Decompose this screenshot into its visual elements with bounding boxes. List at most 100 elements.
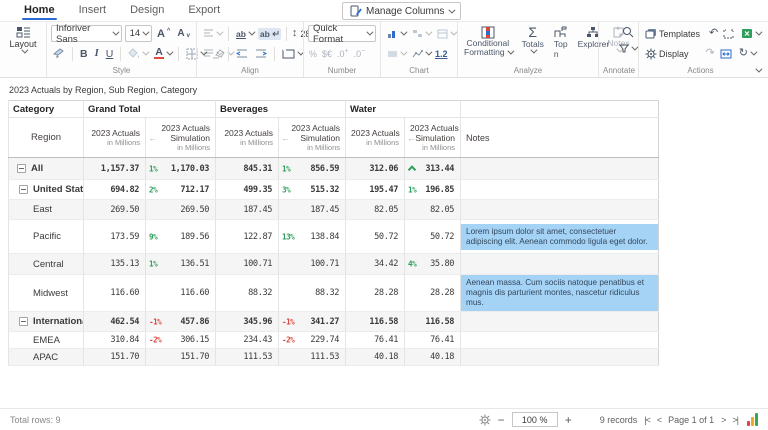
- row-label-cell[interactable]: East: [8, 199, 84, 220]
- water-simulation-cell[interactable]: 313.44: [404, 157, 461, 180]
- data-label-format-button[interactable]: 1.2: [435, 49, 448, 59]
- last-page-button[interactable]: >|: [732, 415, 739, 425]
- water-actuals-cell[interactable]: 34.42: [345, 253, 405, 275]
- decrease-font-button[interactable]: Av: [175, 27, 192, 40]
- manage-columns-button[interactable]: Manage Columns: [342, 2, 462, 20]
- bold-button[interactable]: B: [78, 48, 90, 60]
- beverages-simulation-cell[interactable]: 1% 856.59: [278, 157, 346, 180]
- water-simulation-cell[interactable]: 82.05: [404, 199, 461, 220]
- font-family-select[interactable]: Inforiver Sans: [51, 23, 122, 45]
- beverages-simulation-cell[interactable]: -2% 229.74: [278, 331, 346, 349]
- selection-mode-icon[interactable]: [721, 28, 736, 40]
- tab-design[interactable]: Design: [128, 1, 166, 20]
- water-actuals-cell[interactable]: 312.06: [345, 157, 405, 180]
- refresh-icon[interactable]: ↻: [737, 47, 758, 60]
- top-n-button[interactable]: Top n: [552, 25, 570, 60]
- actuals-header-1[interactable]: 2023 Actuals in Millions: [215, 117, 279, 158]
- group-header-1[interactable]: Beverages: [215, 100, 346, 118]
- simulation-header-1[interactable]: ← 2023 Actuals Simulation in Millions: [278, 117, 346, 158]
- tab-home[interactable]: Home: [22, 1, 57, 20]
- actuals-header-0[interactable]: 2023 Actuals in Millions: [83, 117, 146, 158]
- settings-gear-icon[interactable]: [479, 414, 491, 426]
- water-simulation-cell[interactable]: 28.28: [404, 274, 461, 312]
- beverages-actuals-cell[interactable]: 111.53: [215, 348, 279, 366]
- quick-format-select[interactable]: Quick Format: [308, 23, 376, 45]
- row-label-cell[interactable]: EMEA: [8, 331, 84, 349]
- grand-total-actuals-cell[interactable]: 269.50: [83, 199, 146, 220]
- box-chart-button[interactable]: [385, 48, 408, 60]
- font-size-select[interactable]: 14: [124, 25, 152, 42]
- water-simulation-cell[interactable]: 50.72: [404, 219, 461, 254]
- notes-button[interactable]: Notes: [603, 25, 634, 54]
- water-actuals-cell[interactable]: 195.47: [345, 179, 405, 200]
- water-actuals-cell[interactable]: 82.05: [345, 199, 405, 220]
- collapse-toggle-icon[interactable]: [17, 164, 26, 173]
- row-label-cell[interactable]: APAC: [8, 348, 84, 366]
- layout-button[interactable]: Layout: [4, 25, 42, 55]
- water-simulation-cell[interactable]: 116.58: [404, 311, 461, 332]
- notes-cell[interactable]: [460, 253, 659, 275]
- group-header-0[interactable]: Grand Total: [82, 100, 216, 118]
- grand-total-actuals-cell[interactable]: 462.54: [83, 311, 146, 332]
- grand-total-simulation-cell[interactable]: -2% 306.15: [144, 331, 216, 349]
- beverages-actuals-cell[interactable]: 499.35: [215, 179, 279, 200]
- sparkline-button[interactable]: [410, 48, 433, 60]
- wrap-text-button[interactable]: ab: [257, 27, 281, 40]
- zoom-in-button[interactable]: +: [565, 414, 572, 426]
- italic-button[interactable]: I: [93, 48, 101, 59]
- grand-total-simulation-cell[interactable]: 1% 136.51: [144, 253, 216, 275]
- notes-cell[interactable]: [460, 311, 659, 332]
- notes-cell[interactable]: [460, 157, 659, 180]
- grand-total-simulation-cell[interactable]: 269.50: [144, 199, 216, 220]
- simulation-header-0[interactable]: ← 2023 Actuals Simulation in Millions: [144, 117, 216, 158]
- beverages-simulation-cell[interactable]: 3% 515.32: [278, 179, 346, 200]
- export-excel-button[interactable]: [739, 27, 763, 40]
- underline-button[interactable]: U: [104, 48, 116, 60]
- prev-page-button[interactable]: <: [657, 415, 662, 425]
- vertical-align-button[interactable]: [201, 48, 224, 59]
- first-page-button[interactable]: |<: [644, 415, 651, 425]
- font-color-button[interactable]: A: [152, 47, 174, 60]
- water-simulation-cell[interactable]: 76.41: [404, 331, 461, 349]
- conditional-formatting-button[interactable]: Conditional Formatting: [462, 25, 515, 58]
- decrease-indent-button[interactable]: [234, 48, 250, 59]
- percent-format-button[interactable]: %: [308, 49, 318, 59]
- next-page-button[interactable]: >: [721, 415, 726, 425]
- notes-cell[interactable]: [460, 348, 659, 366]
- beverages-simulation-cell[interactable]: 111.53: [278, 348, 346, 366]
- beverages-actuals-cell[interactable]: 234.43: [215, 331, 279, 349]
- simulation-header-2[interactable]: ← 2023 Actuals Simulation in Millions: [404, 117, 461, 158]
- grand-total-simulation-cell[interactable]: -1% 457.86: [144, 311, 216, 332]
- grand-total-actuals-cell[interactable]: 173.59: [83, 219, 146, 254]
- undo-icon[interactable]: ↶: [709, 28, 718, 39]
- increase-font-button[interactable]: A ^: [155, 27, 172, 41]
- row-label-cell[interactable]: Pacific: [8, 219, 84, 254]
- window-chart-button[interactable]: [435, 28, 458, 40]
- grand-total-simulation-cell[interactable]: 1% 1,170.03: [144, 157, 216, 180]
- notes-cell[interactable]: [460, 331, 659, 349]
- grand-total-actuals-cell[interactable]: 116.60: [83, 274, 146, 312]
- beverages-simulation-cell[interactable]: 100.71: [278, 253, 346, 275]
- merge-cells-button[interactable]: [280, 48, 305, 60]
- tab-insert[interactable]: Insert: [77, 1, 109, 20]
- zoom-out-button[interactable]: −: [498, 414, 505, 426]
- grand-total-simulation-cell[interactable]: 9% 189.56: [144, 219, 216, 254]
- beverages-actuals-cell[interactable]: 845.31: [215, 157, 279, 180]
- grand-total-actuals-cell[interactable]: 135.13: [83, 253, 146, 275]
- row-label-cell[interactable]: All: [8, 157, 84, 180]
- actuals-header-2[interactable]: 2023 Actuals in Millions: [345, 117, 405, 158]
- grand-total-actuals-cell[interactable]: 151.70: [83, 348, 146, 366]
- beverages-simulation-cell[interactable]: 13% 138.84: [278, 219, 346, 254]
- fit-width-icon[interactable]: [718, 48, 734, 60]
- row-label-cell[interactable]: United States: [8, 179, 84, 200]
- group-header-2[interactable]: Water: [345, 100, 461, 118]
- decrease-decimal-button[interactable]: .0−: [353, 48, 367, 59]
- water-simulation-cell[interactable]: 40.18: [404, 348, 461, 366]
- water-actuals-cell[interactable]: 40.18: [345, 348, 405, 366]
- water-actuals-cell[interactable]: 28.28: [345, 274, 405, 312]
- grand-total-actuals-cell[interactable]: 310.84: [83, 331, 146, 349]
- beverages-actuals-cell[interactable]: 345.96: [215, 311, 279, 332]
- row-label-cell[interactable]: Central: [8, 253, 84, 275]
- grand-total-simulation-cell[interactable]: 116.60: [144, 274, 216, 312]
- beverages-actuals-cell[interactable]: 122.87: [215, 219, 279, 254]
